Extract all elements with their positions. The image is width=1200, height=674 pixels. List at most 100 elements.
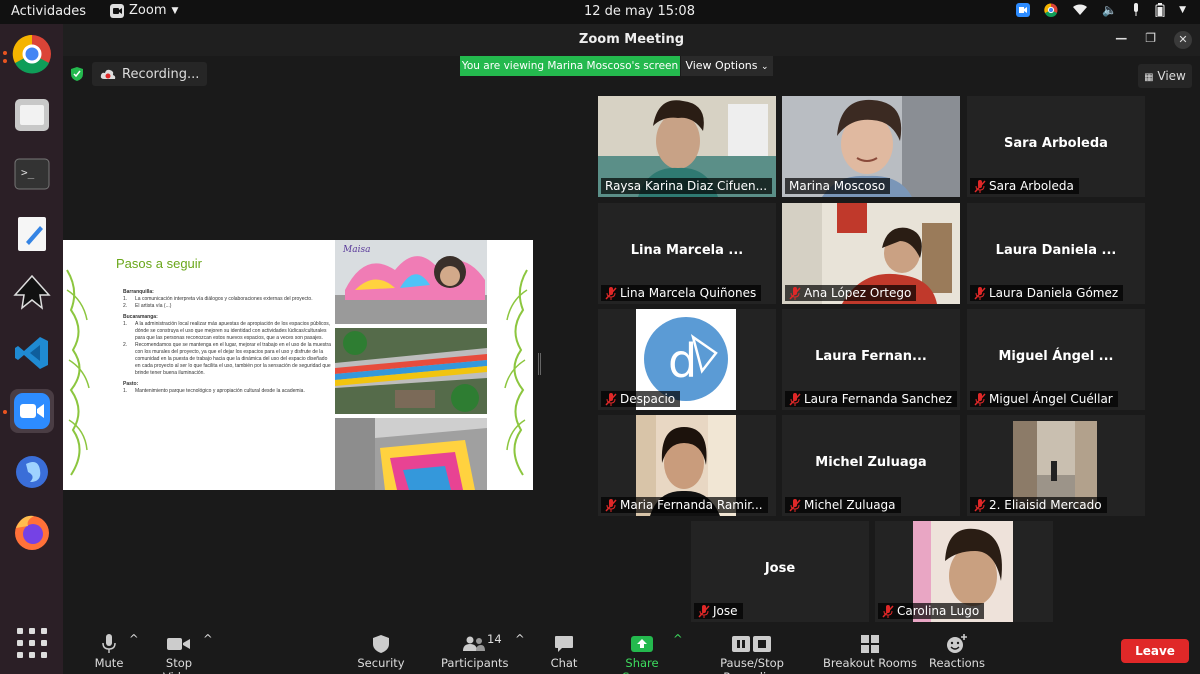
participant-tile[interactable]: 2. Eliaisid Mercado xyxy=(967,415,1145,516)
slide-body: Barranquilla: 1. La comunicación interpre… xyxy=(123,285,333,395)
participant-display-name: Laura Daniela ... xyxy=(995,243,1117,258)
participant-name-label: Marina Moscoso xyxy=(785,178,891,194)
muted-microphone-icon xyxy=(698,604,710,618)
power-menu-icon[interactable]: ▼ xyxy=(1179,5,1186,15)
system-tray[interactable]: 🔈 ▼ xyxy=(1016,3,1186,17)
close-icon[interactable]: ✕ xyxy=(1174,31,1192,49)
shared-screen[interactable]: Pasos a seguir Barranquilla: 1. La comuni… xyxy=(63,240,533,490)
zoom-app-icon xyxy=(110,3,124,18)
participant-tile[interactable]: Jose Jose xyxy=(691,521,869,622)
mural-photo: Maisa xyxy=(335,240,487,324)
muted-microphone-icon xyxy=(789,392,801,406)
gnome-icon[interactable] xyxy=(10,450,54,494)
participant-name: Raysa Karina Diaz Cifuen... xyxy=(605,179,768,193)
chat-label: Chat xyxy=(550,656,578,670)
participant-tile[interactable]: Ana López Ortego xyxy=(782,203,960,304)
participant-name: Sara Arboleda xyxy=(989,179,1074,193)
mute-button[interactable]: Mute xyxy=(89,632,129,670)
participant-tile[interactable]: Sara Arboleda Sara Arboleda xyxy=(967,96,1145,197)
chrome-tray-icon[interactable] xyxy=(1044,3,1058,17)
participant-name-label: Despacio xyxy=(601,391,681,407)
firefox-icon[interactable] xyxy=(10,510,54,554)
video-options-caret[interactable]: ^ xyxy=(203,632,213,646)
security-shield-icon xyxy=(373,635,389,653)
text-editor-icon[interactable] xyxy=(10,212,54,256)
clock[interactable]: 12 de may 15:08 xyxy=(584,4,695,19)
participant-tile[interactable]: Laura Fernan... Laura Fernanda Sanchez xyxy=(782,309,960,410)
view-options-button[interactable]: View Options ⌄ xyxy=(681,56,773,76)
participant-tile[interactable]: Maria Fernanda Ramir... xyxy=(598,415,776,516)
leave-button[interactable]: Leave xyxy=(1121,639,1189,663)
app-menu[interactable]: Zoom ▼ xyxy=(110,3,178,18)
svg-text:Maisa: Maisa xyxy=(342,245,370,255)
participant-name-label: Lina Marcela Quiñones xyxy=(601,285,762,301)
zoom-icon[interactable] xyxy=(10,389,54,433)
zoom-tray-icon[interactable] xyxy=(1016,3,1031,17)
pause-stop-recording-button[interactable]: Pause/Stop Recording xyxy=(691,632,813,674)
participant-tile[interactable]: Raysa Karina Diaz Cifuen... xyxy=(598,96,776,197)
stop-video-label: Stop Video xyxy=(163,656,195,674)
participant-name-label: Maria Fernanda Ramir... xyxy=(601,497,768,513)
participant-tile[interactable]: Marina Moscoso xyxy=(782,96,960,197)
muted-microphone-icon xyxy=(974,392,986,406)
chrome-icon[interactable] xyxy=(10,32,54,76)
splitter-handle[interactable] xyxy=(538,353,541,375)
dock: >_ xyxy=(0,24,63,674)
activities-button[interactable]: Actividades xyxy=(11,4,86,19)
participant-tile[interactable]: Lina Marcela ... Lina Marcela Quiñones xyxy=(598,203,776,304)
reactions-button[interactable]: Reactions xyxy=(929,632,985,670)
painted-street-aerial-photo xyxy=(335,328,487,414)
minimize-icon[interactable]: — xyxy=(1115,31,1127,49)
audio-options-caret[interactable]: ^ xyxy=(129,632,139,646)
participant-name: Michel Zuluaga xyxy=(804,498,896,512)
wifi-icon[interactable] xyxy=(1072,4,1088,16)
view-button[interactable]: ▦ View xyxy=(1138,64,1192,88)
inkscape-icon[interactable] xyxy=(10,271,54,315)
terminal-icon[interactable]: >_ xyxy=(10,152,54,196)
files-icon[interactable] xyxy=(10,92,54,136)
breakout-rooms-label: Breakout Rooms xyxy=(823,656,917,670)
window-titlebar[interactable]: Zoom Meeting — ❐ ✕ xyxy=(63,24,1200,56)
participant-name-label: Carolina Lugo xyxy=(878,603,985,619)
participant-name-label: Jose xyxy=(694,603,743,619)
slide-heading: Barranquilla: xyxy=(123,289,154,295)
screen: Actividades Zoom ▼ 12 de may 15:08 🔈 ▼ >… xyxy=(0,0,1200,674)
decorative-hands-left xyxy=(66,269,90,476)
participant-tile[interactable]: Laura Daniela ... Laura Daniela Gómez xyxy=(967,203,1145,304)
participants-options-caret[interactable]: ^ xyxy=(515,632,525,646)
breakout-rooms-button[interactable]: Breakout Rooms xyxy=(823,632,917,670)
share-options-caret[interactable]: ^ xyxy=(673,632,683,646)
volume-icon[interactable]: 🔈 xyxy=(1102,3,1117,17)
participant-display-name: Laura Fernan... xyxy=(815,349,927,364)
show-apps-icon[interactable] xyxy=(17,628,47,658)
painted-stairs-photo xyxy=(335,418,487,490)
participant-tile[interactable]: Carolina Lugo xyxy=(875,521,1053,622)
share-screen-arrow-icon xyxy=(631,636,653,652)
participant-tile[interactable]: Michel Zuluaga Michel Zuluaga xyxy=(782,415,960,516)
muted-microphone-icon xyxy=(605,498,617,512)
recording-indicator[interactable]: Recording... xyxy=(92,62,208,86)
viewing-screen-banner: You are viewing Marina Moscoso's screen xyxy=(460,56,680,76)
participant-display-name: Lina Marcela ... xyxy=(630,243,744,258)
muted-microphone-icon xyxy=(882,604,894,618)
running-indicator xyxy=(3,410,7,414)
battery-icon[interactable] xyxy=(1155,3,1165,17)
share-screen-button[interactable]: Share Screen xyxy=(605,632,679,674)
chat-button[interactable]: Chat xyxy=(545,632,583,670)
maximize-icon[interactable]: ❐ xyxy=(1145,31,1156,49)
participant-name-label: Miguel Ángel Cuéllar xyxy=(970,391,1118,407)
slide-item: La comunicación interpreta vía diálogos … xyxy=(135,296,313,302)
cloud-recording-icon xyxy=(100,69,116,79)
microphone-icon xyxy=(102,634,116,653)
slide-title: Pasos a seguir xyxy=(116,256,202,271)
muted-microphone-icon xyxy=(605,286,617,300)
participant-name-label: Michel Zuluaga xyxy=(785,497,901,513)
microphone-icon[interactable] xyxy=(1131,3,1141,17)
stop-video-button[interactable]: Stop Video xyxy=(148,632,210,674)
slide-item: Mantenimiento parque tecnológico y aprop… xyxy=(135,388,305,394)
vscode-icon[interactable] xyxy=(10,331,54,375)
security-button[interactable]: Security xyxy=(355,632,407,670)
encryption-shield-icon[interactable] xyxy=(71,67,83,81)
participant-tile[interactable]: Miguel Ángel ... Miguel Ángel Cuéllar xyxy=(967,309,1145,410)
participant-tile[interactable]: d Despacio xyxy=(598,309,776,410)
